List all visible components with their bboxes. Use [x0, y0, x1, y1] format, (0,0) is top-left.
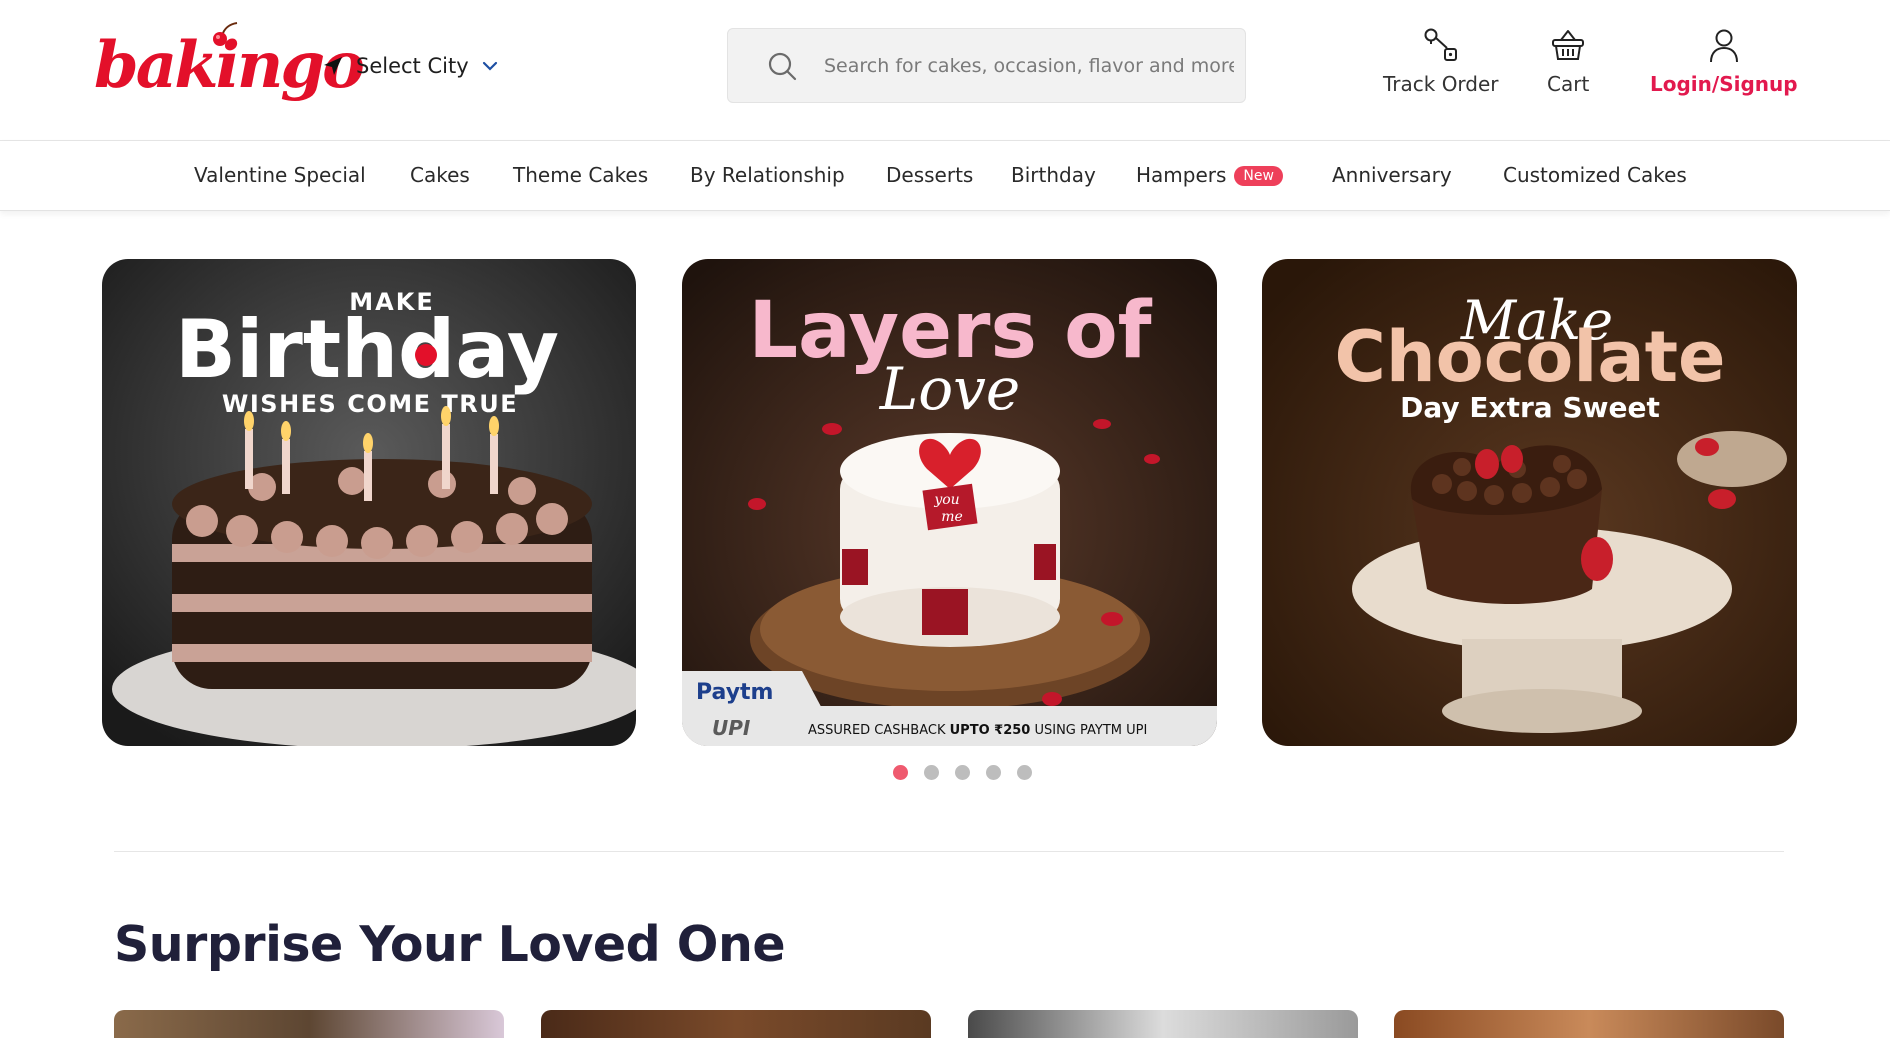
select-city-label: Select City [356, 54, 469, 78]
banner-chocolate-day[interactable]: Make Chocolate Day Extra Sweet [1262, 259, 1797, 746]
nav-cakes[interactable]: Cakes [410, 163, 470, 187]
chevron-down-icon [482, 61, 497, 71]
carousel-dot-4[interactable] [986, 765, 1001, 780]
nav-theme-cakes[interactable]: Theme Cakes [513, 163, 648, 187]
search-input[interactable] [824, 45, 1234, 86]
site-header: bakingo Select City Track Order [0, 0, 1890, 141]
category-tile-3[interactable] [968, 1010, 1358, 1038]
cart-basket-icon [1552, 30, 1585, 60]
banner-layers-of-love[interactable]: Layers of Love you me Paytm UPI ASSURED … [682, 259, 1217, 746]
track-order-button[interactable]: Track Order [1383, 26, 1499, 96]
nav-customized-cakes[interactable]: Customized Cakes [1503, 163, 1687, 187]
carousel-dot-1[interactable] [893, 765, 908, 780]
tag-you: you [933, 492, 959, 508]
cart-label: Cart [1547, 72, 1590, 96]
bakingo-logo[interactable]: bakingo [94, 20, 365, 110]
carousel-dot-3[interactable] [955, 765, 970, 780]
select-city-dropdown[interactable]: Select City [322, 50, 499, 82]
banner-birthday[interactable]: MAKE Birthday WISHES COME TRUE [102, 259, 636, 746]
section-title: Surprise Your Loved One [114, 916, 786, 973]
banner3-headline: Chocolate [1334, 316, 1725, 398]
user-icon [1709, 29, 1738, 63]
category-nav: Valentine Special Cakes Theme Cakes By R… [0, 141, 1890, 211]
nav-birthday[interactable]: Birthday [1011, 163, 1096, 187]
banner2-script: Love [879, 355, 1021, 423]
paytm-brand: Paytm [696, 680, 773, 705]
login-signup-label: Login/Signup [1650, 72, 1798, 96]
track-order-label: Track Order [1383, 72, 1499, 96]
carousel-dot-2[interactable] [924, 765, 939, 780]
login-signup-button[interactable]: Login/Signup [1650, 26, 1798, 96]
cashback-text: ASSURED CASHBACK UPTO ₹250 USING PAYTM U… [808, 723, 1147, 738]
category-tile-1[interactable] [114, 1010, 504, 1038]
heart-dot-icon [415, 344, 437, 366]
search-icon[interactable] [766, 50, 798, 82]
banner1-headline: Birthday [175, 303, 559, 396]
banner1-sub: WISHES COME TRUE [222, 390, 518, 418]
section-divider [114, 851, 1784, 852]
upi-label: UPI [712, 716, 751, 740]
nav-hampers-label: Hampers [1136, 163, 1227, 187]
cart-button[interactable]: Cart [1547, 26, 1589, 96]
banner3-sub: Day Extra Sweet [1400, 391, 1660, 424]
nav-by-relationship[interactable]: By Relationship [690, 163, 845, 187]
nav-valentine-special[interactable]: Valentine Special [194, 163, 366, 187]
carousel-dots [893, 765, 1032, 780]
new-badge: New [1234, 166, 1283, 186]
category-tile-4[interactable] [1394, 1010, 1784, 1038]
search-bar [727, 28, 1246, 103]
track-order-icon [1424, 28, 1457, 61]
nav-anniversary[interactable]: Anniversary [1332, 163, 1452, 187]
location-arrow-icon [324, 57, 342, 75]
cherry-icon [213, 22, 238, 46]
nav-hampers[interactable]: Hampers New [1136, 163, 1283, 187]
carousel-dot-5[interactable] [1017, 765, 1032, 780]
category-tile-2[interactable] [541, 1010, 931, 1038]
tag-me: me [941, 509, 963, 525]
nav-desserts[interactable]: Desserts [886, 163, 973, 187]
